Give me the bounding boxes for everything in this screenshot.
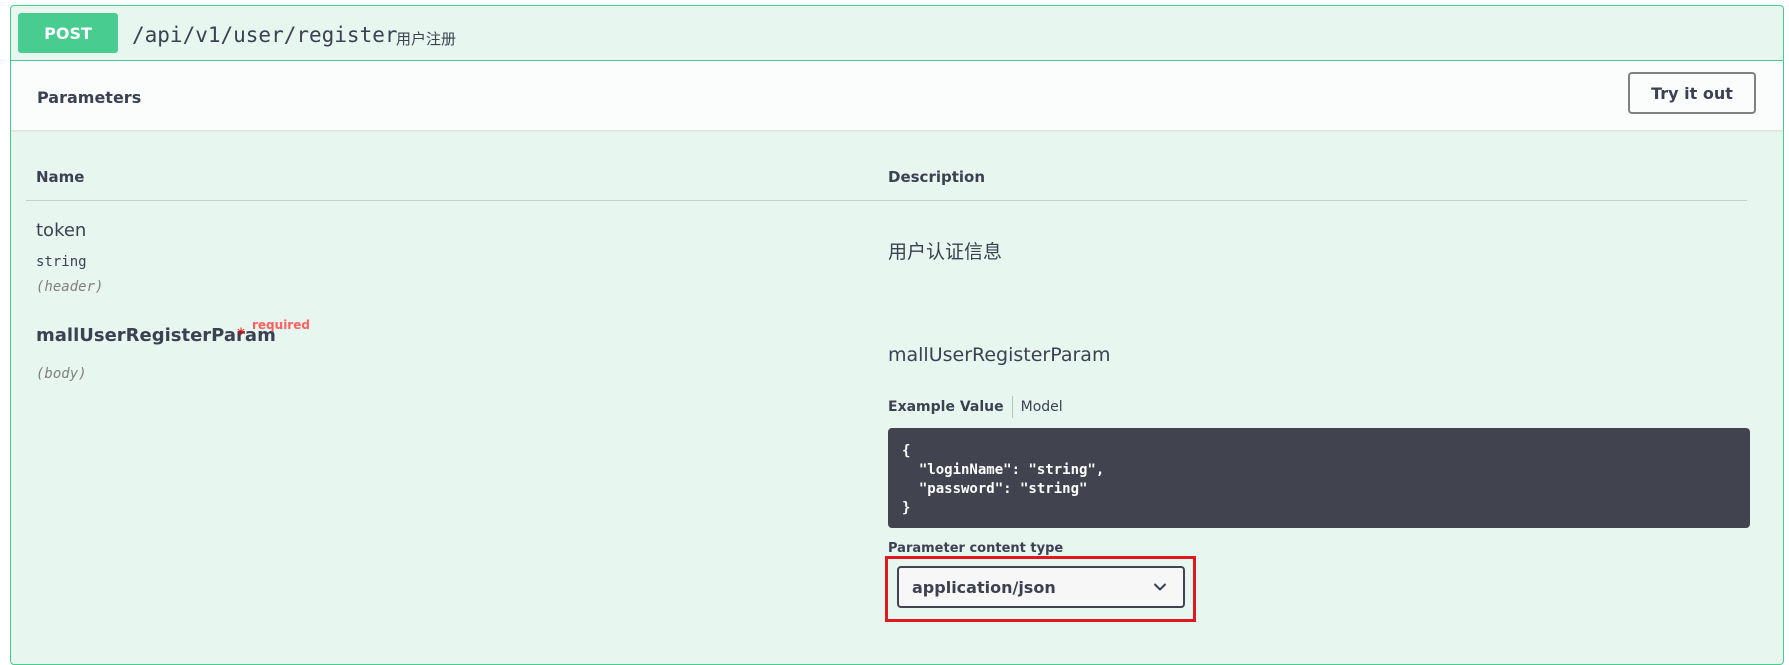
name-column-header: Name — [36, 168, 85, 186]
operation-summary-text: 用户注册 — [396, 30, 457, 48]
description-column-header: Description — [888, 168, 986, 186]
required-label: required — [252, 318, 310, 332]
required-star: * — [237, 324, 245, 343]
method-badge: POST — [18, 13, 118, 53]
content-type-select[interactable]: application/json — [897, 566, 1185, 608]
content-type-value: application/json — [912, 577, 1056, 597]
example-value-code: { "loginName": "string", "password": "st… — [888, 428, 1750, 528]
schema-title: mallUserRegisterParam — [888, 344, 1111, 366]
operation-summary[interactable]: POST /api/v1/user/register 用户注册 — [11, 6, 1783, 61]
tab-divider — [1011, 396, 1013, 418]
header-divider — [26, 200, 1747, 201]
tab-example-value[interactable]: Example Value — [888, 399, 1004, 415]
param-description-token: 用户认证信息 — [888, 241, 1003, 263]
chevron-down-icon — [1153, 579, 1167, 598]
content-type-label: Parameter content type — [888, 541, 1064, 556]
parameters-header: Parameters Try it out — [11, 61, 1783, 130]
try-it-out-button[interactable]: Try it out — [1628, 72, 1756, 114]
operation-path: /api/v1/user/register — [132, 23, 398, 47]
param-name-token: token — [36, 220, 87, 241]
tab-model[interactable]: Model — [1021, 399, 1063, 415]
model-tabs: Example Value Model — [888, 396, 1063, 418]
param-location-token: (header) — [36, 279, 104, 295]
param-type-token: string — [36, 254, 87, 270]
parameters-title: Parameters — [37, 88, 142, 107]
param-location-body: (body) — [36, 366, 87, 382]
